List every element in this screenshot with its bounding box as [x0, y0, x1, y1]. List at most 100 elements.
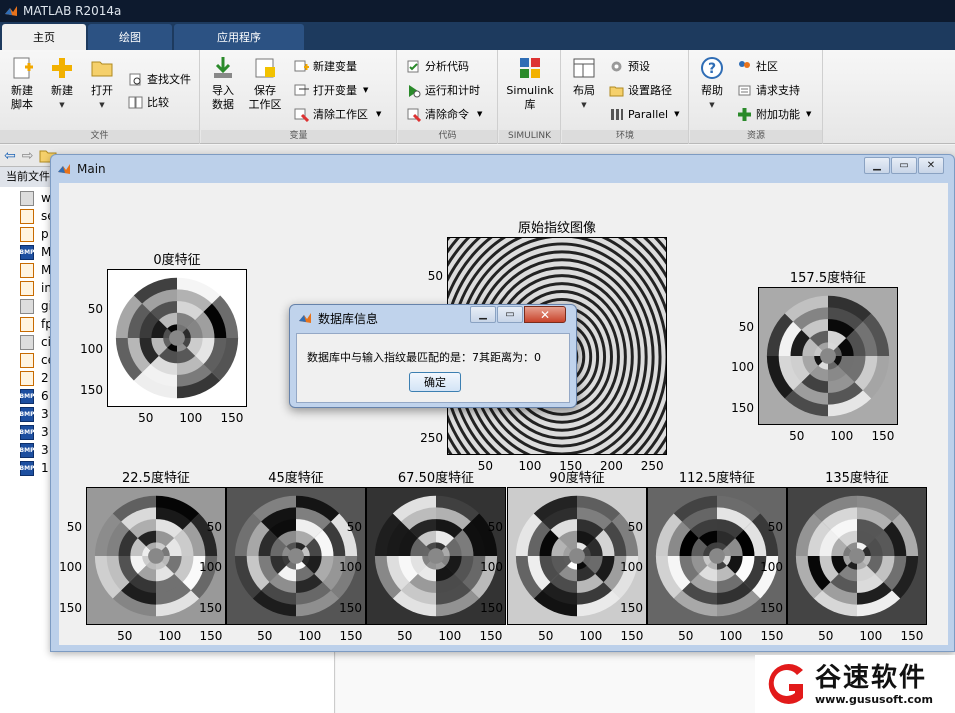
new-script-label: 新建 脚本 [11, 84, 33, 111]
x-tick-label: 50 [818, 629, 834, 643]
x-tick-label: 150 [760, 629, 784, 643]
set-path-icon [609, 86, 624, 96]
file-list-item[interactable]: ce [20, 353, 55, 371]
file-list-item[interactable]: M [20, 263, 51, 281]
analyze-code-button[interactable]: 分析代码 [406, 57, 469, 75]
compare-icon [128, 96, 143, 108]
forward-arrow-icon[interactable]: ⇨ [22, 148, 34, 164]
x-tick-label: 150 [339, 629, 363, 643]
minimize-button[interactable]: ▁ [470, 306, 496, 323]
compare-button[interactable]: 比较 [128, 93, 169, 111]
file-name: 3 [41, 443, 49, 457]
axes-f157[interactable]: 157.5度特征 50 100 150 50 100 150 [731, 271, 898, 443]
save-workspace-button[interactable]: 保存 工作区 [245, 55, 285, 112]
y-tick-label: 150 [59, 600, 82, 615]
maximize-button[interactable]: ▭ [891, 157, 917, 174]
layout-button[interactable]: 布局 ▼ [564, 55, 604, 112]
group-file-label: 文件 [0, 130, 199, 143]
matlab-logo-icon [58, 164, 70, 174]
file-list-item[interactable]: se [20, 209, 55, 227]
y-tick-label: 150 [199, 600, 222, 615]
close-button[interactable]: ✕ [918, 157, 944, 174]
minimize-button[interactable]: ▁ [864, 157, 890, 174]
file-icon: BMP [20, 461, 34, 476]
close-button[interactable]: ✕ [524, 306, 566, 323]
tab-home[interactable]: 主页 [2, 24, 86, 50]
ribbon-toolbar: 新建 脚本 新建 ▼ 打开 ▼ 查找文件 比较 文件 导入 数据 保存 工作区 … [0, 50, 955, 144]
figure-titlebar: Main [51, 155, 954, 183]
clear-commands-icon [407, 108, 421, 122]
file-icon [20, 299, 34, 314]
y-tick-label: 100 [620, 560, 643, 575]
group-code-label: 代码 [398, 130, 497, 143]
file-icon: BMP [20, 389, 34, 404]
ok-button[interactable]: 确定 [409, 372, 461, 392]
file-list-item[interactable]: in [20, 281, 52, 299]
y-tick-label: 100 [59, 560, 82, 575]
file-name: 2 [41, 371, 49, 385]
file-list-item[interactable]: 2 [20, 371, 49, 389]
axes-f135[interactable]: 135度特征 50 100 150 50 100 150 [760, 471, 927, 643]
clear-commands-button[interactable]: 清除命令 ▼ [406, 105, 482, 123]
x-tick-label: 100 [830, 429, 854, 443]
file-name: p [41, 227, 49, 241]
file-list-item[interactable]: BMP 1 [20, 461, 49, 479]
run-and-time-button[interactable]: 运行和计时 [406, 81, 480, 99]
file-list-item[interactable]: BMP M [20, 245, 51, 263]
file-list-item[interactable]: gi [20, 299, 52, 317]
simulink-library-button[interactable]: Simulink 库 [503, 55, 557, 112]
group-environment-label: 环境 [562, 130, 688, 143]
file-list-item[interactable]: w [20, 191, 51, 209]
dialog-title: 数据库信息 [318, 311, 379, 326]
analyze-code-label: 分析代码 [425, 60, 469, 73]
y-tick-label: 150 [620, 600, 643, 615]
new-script-button[interactable]: 新建 脚本 [2, 55, 42, 112]
tab-apps[interactable]: 应用程序 [174, 24, 304, 50]
dialog-window-buttons: ▁ ▭ ✕ [470, 306, 566, 323]
tab-plots[interactable]: 绘图 [88, 24, 172, 50]
x-tick-label: 150 [620, 629, 644, 643]
group-variable: 导入 数据 保存 工作区 新建变量 打开变量 ▼ 清除工作区 ▼ 变量 [201, 50, 397, 144]
new-button[interactable]: 新建 ▼ [42, 55, 82, 112]
axes-image [787, 487, 927, 625]
open-variable-button[interactable]: 打开变量 ▼ [294, 81, 368, 99]
file-list-item[interactable]: p [20, 227, 49, 245]
axes-f0[interactable]: 0度特征 50 100 150 50 100 150 [80, 253, 247, 425]
chevron-down-icon: ▼ [581, 101, 587, 109]
file-list-item[interactable]: BMP 3 [20, 425, 49, 443]
import-data-button[interactable]: 导入 数据 [203, 55, 243, 112]
parallel-button[interactable]: Parallel ▼ [609, 105, 679, 123]
back-arrow-icon[interactable]: ⇦ [4, 148, 16, 164]
open-button[interactable]: 打开 ▼ [82, 55, 122, 112]
compare-label: 比较 [147, 96, 169, 109]
file-list-item[interactable]: ci [20, 335, 51, 353]
run-and-time-icon [409, 84, 421, 97]
x-tick-label: 50 [257, 629, 273, 643]
file-list-item[interactable]: BMP 3 [20, 443, 49, 461]
help-button[interactable]: ? 帮助 ▼ [692, 55, 732, 112]
y-tick-label: 150 [480, 600, 503, 615]
request-support-button[interactable]: 请求支持 [737, 81, 800, 99]
x-tick-label: 100 [179, 411, 203, 425]
find-files-button[interactable]: 查找文件 [128, 70, 191, 88]
y-tick-label: 50 [66, 519, 82, 534]
addons-button[interactable]: 附加功能 ▼ [737, 105, 811, 123]
plus-icon [52, 58, 72, 78]
find-files-label: 查找文件 [147, 73, 191, 86]
community-button[interactable]: 社区 [737, 57, 778, 75]
clear-workspace-button[interactable]: 清除工作区 ▼ [294, 105, 381, 123]
file-list-item[interactable]: BMP 3 [20, 407, 49, 425]
file-list-item[interactable]: fp [20, 317, 53, 335]
new-variable-button[interactable]: 新建变量 [294, 57, 357, 75]
message-dialog: 数据库信息 ▁ ▭ ✕ 数据库中与输入指纹最匹配的是：7其距离为：0 确定 [289, 304, 577, 408]
group-file: 新建 脚本 新建 ▼ 打开 ▼ 查找文件 比较 文件 [0, 50, 200, 144]
ribbon-tabs: 主页 绘图 应用程序 [0, 22, 955, 50]
file-list-item[interactable]: BMP 6 [20, 389, 49, 407]
maximize-button[interactable]: ▭ [497, 306, 523, 323]
app-title: MATLAB R2014a [23, 4, 122, 18]
y-tick-label: 150 [731, 400, 754, 415]
chevron-down-icon: ▼ [59, 101, 65, 109]
preferences-button[interactable]: 预设 [609, 57, 650, 75]
set-path-button[interactable]: 设置路径 [609, 81, 672, 99]
x-tick-label: 50 [397, 629, 413, 643]
